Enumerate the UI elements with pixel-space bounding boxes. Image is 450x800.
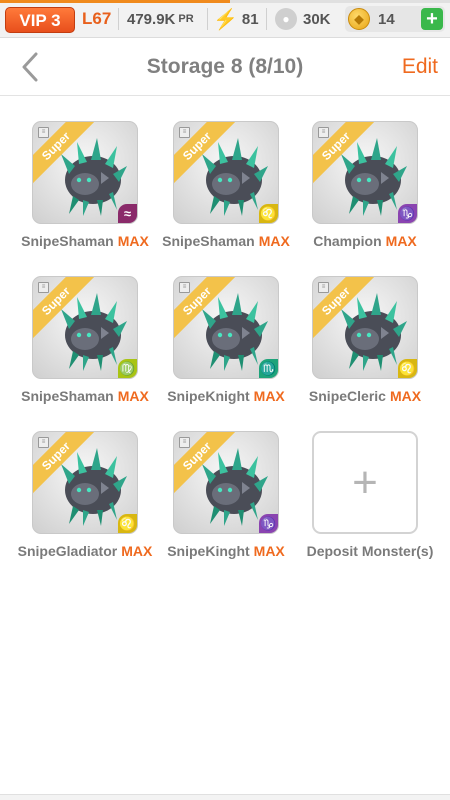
monster-card[interactable]: ≡ Super ♌ [32, 431, 138, 534]
info-icon[interactable]: ≡ [38, 437, 49, 448]
zodiac-sign-icon: ♑ [259, 514, 278, 533]
monster-name: SnipeShaman [162, 233, 255, 249]
monster-label: SnipeShaman MAX [10, 388, 160, 404]
monster-label: SnipeShaman MAX [10, 233, 160, 249]
power-rating: 479.9K PR [127, 0, 194, 38]
monster-name: SnipeKnight [167, 388, 250, 404]
monster-name: SnipeKinght [167, 543, 250, 559]
monster-card[interactable]: ≡ Super ≈ [32, 121, 138, 224]
chevron-left-icon [22, 52, 38, 82]
page-title: Storage 8 (8/10) [146, 55, 304, 78]
info-icon[interactable]: ≡ [179, 437, 190, 448]
divider [266, 8, 267, 30]
max-level-tag: MAX [117, 233, 149, 249]
info-icon[interactable]: ≡ [318, 127, 329, 138]
monster-card[interactable]: ≡ Super ♏ [173, 276, 279, 379]
back-button[interactable] [16, 51, 46, 83]
energy-counter[interactable]: ⚡ 81 [213, 0, 259, 38]
monster-name: SnipeShaman [21, 388, 114, 404]
status-bar: VIP 3 L67 479.9K PR ⚡ 81 ● 30K ◆ 14 + [0, 0, 450, 38]
zodiac-sign-icon: ♌ [118, 514, 137, 533]
monster-name: SnipeCleric [308, 388, 386, 404]
food-counter[interactable]: ● 30K [275, 0, 331, 38]
zodiac-sign-icon: ♑ [398, 204, 417, 223]
zodiac-sign-icon: ♌ [398, 359, 417, 378]
bottom-divider [0, 794, 450, 800]
info-icon[interactable]: ≡ [179, 127, 190, 138]
info-icon[interactable]: ≡ [318, 282, 329, 293]
paw-icon: ● [275, 8, 297, 30]
monster-card[interactable]: ≡ Super ♑ [312, 121, 418, 224]
monster-label: SnipeKinght MAX [151, 543, 301, 559]
monster-name: SnipeShaman [21, 233, 114, 249]
bolt-icon: ⚡ [213, 8, 238, 31]
max-level-tag: MAX [389, 388, 422, 404]
zodiac-sign-icon: ♏ [259, 359, 278, 378]
monster-label: SnipeShaman MAX [151, 233, 301, 249]
monster-label: SnipeCleric MAX [290, 388, 440, 404]
monster-name: SnipeGladiator [17, 543, 118, 559]
deposit-button[interactable]: + [312, 431, 418, 534]
coin-value: 14 [378, 10, 395, 28]
monster-card[interactable]: ≡ Super ♍ [32, 276, 138, 379]
max-level-tag: MAX [121, 543, 153, 559]
monster-name: Champion [313, 233, 382, 249]
info-icon[interactable]: ≡ [179, 282, 190, 293]
monster-card[interactable]: ≡ Super ♌ [173, 121, 279, 224]
max-level-tag: MAX [258, 233, 290, 249]
divider [118, 8, 119, 30]
monster-card[interactable]: ≡ Super ♑ [173, 431, 279, 534]
edit-button[interactable]: Edit [402, 38, 438, 96]
zodiac-sign-icon: ≈ [118, 204, 137, 223]
max-level-tag: MAX [253, 388, 285, 404]
max-level-tag: MAX [253, 543, 285, 559]
zodiac-sign-icon: ♌ [259, 204, 278, 223]
deposit-label: Deposit Monster(s) [306, 543, 434, 559]
divider [207, 8, 208, 30]
monster-label: Champion MAX [290, 233, 440, 249]
player-level: L67 [82, 9, 112, 28]
nav-bar: Storage 8 (8/10) Edit [0, 38, 450, 96]
zodiac-sign-icon: ♍ [118, 359, 137, 378]
monster-card[interactable]: ≡ Super ♌ [312, 276, 418, 379]
vip-badge[interactable]: VIP 3 [5, 7, 75, 33]
xp-bar-fill [0, 0, 230, 3]
food-value: 30K [303, 10, 331, 28]
max-level-tag: MAX [385, 233, 417, 249]
monster-label: SnipeKnight MAX [151, 388, 301, 404]
coin-icon: ◆ [348, 8, 370, 30]
max-level-tag: MAX [117, 388, 149, 404]
info-icon[interactable]: ≡ [38, 282, 49, 293]
coin-counter[interactable]: ◆ 14 [348, 0, 395, 38]
info-icon[interactable]: ≡ [38, 127, 49, 138]
energy-value: 81 [241, 10, 259, 28]
power-unit: PR [178, 13, 194, 25]
add-coins-button[interactable]: + [421, 8, 443, 30]
monster-label: SnipeGladiator MAX [10, 543, 160, 559]
power-value: 479.9K [127, 10, 176, 28]
